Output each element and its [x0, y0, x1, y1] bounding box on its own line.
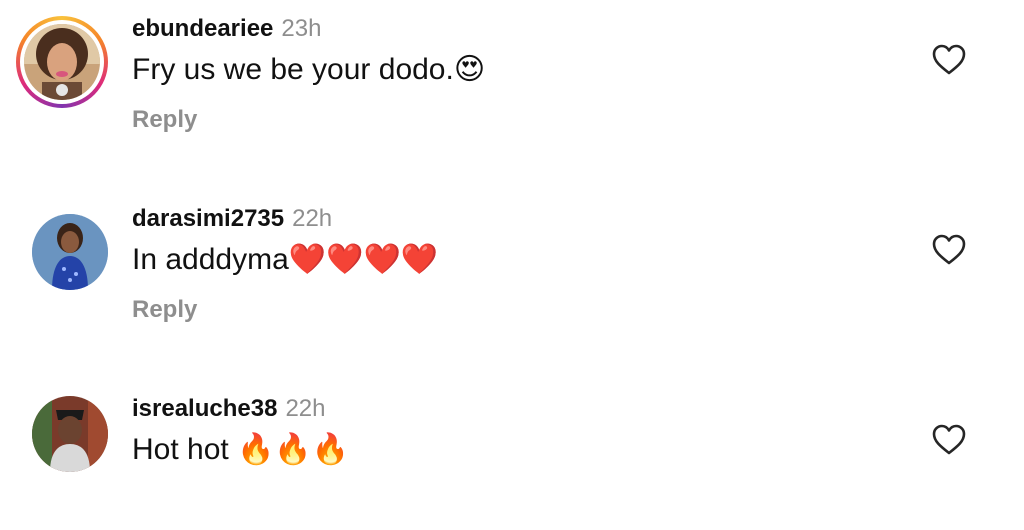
username[interactable]: darasimi2735 — [132, 205, 284, 232]
timestamp: 22h — [292, 205, 333, 232]
comment-emoji: ❤️❤️❤️❤️ — [288, 242, 439, 277]
avatar[interactable] — [32, 214, 108, 290]
reply-button[interactable]: Reply — [132, 105, 197, 135]
avatar-image — [32, 396, 108, 472]
comment-item: ebundeariee 23h Fry us we be your dodo.😍 … — [0, 0, 1024, 150]
timestamp: 22h — [285, 395, 326, 422]
comment-header: isrealuche38 22h — [132, 394, 325, 424]
avatar-ring-gap — [20, 20, 104, 104]
comment-item: darasimi2735 22h In adddyma❤️❤️❤️❤️ Reply — [0, 190, 1024, 340]
comment-header: ebundeariee 23h — [132, 14, 321, 44]
comment-header: darasimi2735 22h — [132, 204, 332, 234]
heart-outline-icon[interactable] — [932, 44, 966, 76]
avatar — [24, 24, 100, 100]
comment-text: Fry us we be your dodo.😍 — [132, 50, 485, 90]
username[interactable]: isrealuche38 — [132, 395, 277, 422]
reply-button[interactable]: Reply — [132, 295, 197, 325]
username[interactable]: ebundeariee — [132, 15, 273, 42]
comment-item: isrealuche38 22h Hot hot 🔥🔥🔥 — [0, 380, 1024, 530]
heart-outline-icon[interactable] — [932, 424, 966, 456]
heart-outline-icon[interactable] — [932, 234, 966, 266]
comment-body: Fry us we be your dodo. — [132, 53, 454, 86]
avatar-image — [32, 214, 108, 290]
comment-emoji: 🔥🔥🔥 — [237, 432, 350, 467]
timestamp: 23h — [281, 15, 322, 42]
comment-body: Hot hot — [132, 433, 238, 466]
avatar-story-ring[interactable] — [16, 16, 108, 108]
avatar-image — [24, 24, 100, 100]
comment-text: Hot hot 🔥🔥🔥 — [132, 430, 349, 470]
comment-emoji: 😍 — [453, 52, 486, 87]
avatar[interactable] — [32, 396, 108, 472]
comment-body: In adddyma — [132, 243, 289, 276]
comment-text: In adddyma❤️❤️❤️❤️ — [132, 240, 438, 280]
